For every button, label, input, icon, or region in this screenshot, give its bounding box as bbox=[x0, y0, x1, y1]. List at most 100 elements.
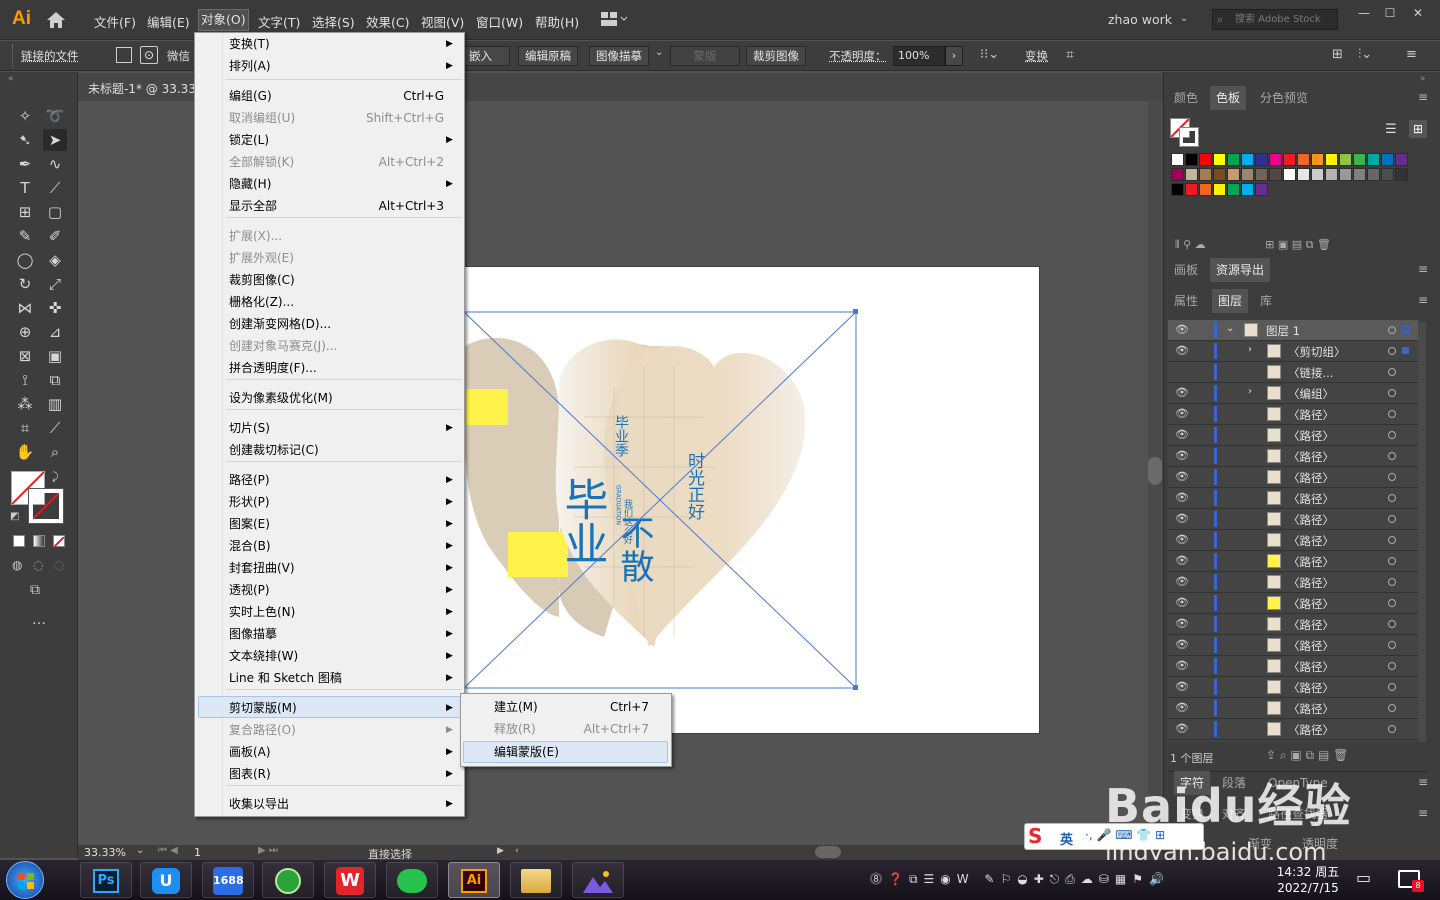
blob-brush-icon[interactable]: ✐ bbox=[43, 225, 67, 247]
layer-name[interactable]: 〈路径〉 bbox=[1288, 722, 1334, 738]
color-swatch[interactable] bbox=[1283, 153, 1296, 166]
status-arrow-icon[interactable]: ▶ bbox=[497, 846, 504, 856]
object-menu-item[interactable]: 图案(E) bbox=[229, 513, 270, 535]
next-artboard-icon[interactable]: ▶ ⏭ bbox=[258, 845, 278, 856]
artboard-tool-icon[interactable]: ⌗ bbox=[13, 417, 37, 439]
selection-tool-icon[interactable]: ➷ bbox=[13, 129, 37, 151]
layer-name[interactable]: 〈路径〉 bbox=[1288, 470, 1334, 486]
layer-row[interactable]: 👁 › 〈编组〉 bbox=[1168, 383, 1418, 404]
curvature-tool-icon[interactable]: ∿ bbox=[43, 153, 67, 175]
submenu-release[interactable]: 释放(R) bbox=[494, 718, 536, 740]
isolate-icon[interactable]: ⌗ bbox=[1066, 47, 1074, 63]
object-menu-item[interactable]: 路径(P) bbox=[229, 469, 270, 491]
submenu-edit-mask[interactable]: 编辑蒙版(E) bbox=[494, 741, 559, 763]
opacity-label[interactable]: 不透明度： bbox=[829, 47, 887, 65]
object-menu-item[interactable]: 创建对象马赛克(J)... bbox=[229, 335, 337, 357]
menu-help[interactable]: 帮助(H) bbox=[535, 12, 579, 31]
visibility-eye-icon[interactable]: 👁 bbox=[1175, 386, 1189, 399]
layer-row[interactable]: 👁 〈路径〉 bbox=[1168, 698, 1418, 719]
layer-row[interactable]: 👁 〈路径〉 bbox=[1168, 551, 1418, 572]
transform-link[interactable]: 变换 bbox=[1025, 47, 1048, 65]
tab-color[interactable]: 颜色 bbox=[1168, 86, 1204, 110]
layer-name[interactable]: 〈路径〉 bbox=[1288, 617, 1334, 633]
color-swatch[interactable] bbox=[1339, 153, 1352, 166]
notification-icon[interactable]: ▭ bbox=[1356, 868, 1371, 887]
layer-row[interactable]: 👁 〈路径〉 bbox=[1168, 509, 1418, 530]
visibility-eye-icon[interactable]: 👁 bbox=[1175, 491, 1189, 504]
visibility-eye-icon[interactable]: 👁 bbox=[1175, 617, 1189, 630]
taskbar-wps[interactable]: W bbox=[324, 862, 376, 898]
color-swatch[interactable] bbox=[1353, 153, 1366, 166]
artwork[interactable]: 毕业 毕业季 我们这么好 GRADUATION 不散 时光正好 bbox=[464, 267, 1039, 733]
color-swatch[interactable] bbox=[1311, 153, 1324, 166]
distribute-icon[interactable]: ⫶⌄ bbox=[1358, 47, 1372, 62]
perspective-grid-icon[interactable]: ⊿ bbox=[43, 321, 67, 343]
scroll-thumb[interactable] bbox=[1148, 457, 1162, 485]
more-tools-icon[interactable]: … bbox=[32, 612, 46, 628]
swatch-grid[interactable] bbox=[1171, 153, 1421, 228]
magic-wand-icon[interactable]: ✧ bbox=[13, 105, 37, 127]
object-menu-item[interactable]: 隐藏(H) bbox=[229, 173, 271, 195]
layer-row[interactable]: 👁 〈路径〉 bbox=[1168, 614, 1418, 635]
object-menu-item[interactable]: 文本绕排(W) bbox=[229, 645, 298, 667]
color-swatch[interactable] bbox=[1199, 168, 1212, 181]
puppet-warp-icon[interactable]: ✜ bbox=[43, 297, 67, 319]
mesh-tool-icon[interactable]: ⊠ bbox=[13, 345, 37, 367]
layer-name[interactable]: 〈路径〉 bbox=[1288, 449, 1334, 465]
target-circle-icon[interactable] bbox=[1388, 683, 1396, 691]
layer-name[interactable]: 图层 1 bbox=[1266, 323, 1300, 339]
zoom-field[interactable]: 33.33% bbox=[84, 846, 126, 859]
layer-row[interactable]: 〈链接... bbox=[1168, 362, 1418, 383]
type-tool-icon[interactable]: T bbox=[13, 177, 37, 199]
layer-row[interactable]: 👁 〈路径〉 bbox=[1168, 719, 1418, 740]
draw-inside-icon[interactable]: ◌ bbox=[54, 558, 64, 572]
layer-name[interactable]: 〈路径〉 bbox=[1288, 596, 1334, 612]
object-menu-item[interactable]: 取消编组(U) bbox=[229, 107, 295, 129]
visibility-eye-icon[interactable]: 👁 bbox=[1175, 344, 1189, 357]
maximize-button[interactable]: ☐ bbox=[1382, 6, 1398, 22]
object-menu-item[interactable]: 剪切蒙版(M) bbox=[229, 697, 297, 719]
layer-name[interactable]: 〈路径〉 bbox=[1288, 491, 1334, 507]
color-swatch[interactable] bbox=[1213, 168, 1226, 181]
taskbar-wechat[interactable] bbox=[386, 862, 438, 898]
menu-object[interactable]: 对象(O) bbox=[198, 9, 249, 31]
color-swatch[interactable] bbox=[1269, 168, 1282, 181]
menu-effect[interactable]: 效果(C) bbox=[366, 12, 409, 31]
opacity-arrow-button[interactable]: › bbox=[945, 46, 963, 66]
target-circle-icon[interactable] bbox=[1388, 347, 1396, 355]
mask-button[interactable]: 蒙版 bbox=[670, 46, 740, 66]
object-menu-item[interactable]: 拼合透明度(F)... bbox=[229, 357, 317, 379]
color-swatch[interactable] bbox=[1297, 153, 1310, 166]
chevron-down-icon[interactable]: ⌄ bbox=[655, 47, 663, 58]
object-menu-item[interactable]: 创建裁切标记(C) bbox=[229, 439, 319, 461]
start-button[interactable] bbox=[6, 861, 44, 899]
hscroll-thumb[interactable] bbox=[815, 846, 841, 858]
chevron-down-icon[interactable]: ⌄ bbox=[136, 845, 144, 856]
collapse-panels-icon[interactable]: » bbox=[1420, 74, 1426, 84]
menu-select[interactable]: 选择(S) bbox=[312, 12, 355, 31]
blend-tool-icon[interactable]: ⧉ bbox=[43, 369, 67, 391]
object-menu-item[interactable]: Line 和 Sketch 图稿 bbox=[229, 667, 342, 689]
target-circle-icon[interactable] bbox=[1388, 704, 1396, 712]
panel-menu-icon[interactable]: ≡ bbox=[1418, 775, 1428, 789]
panel-menu-icon[interactable]: ≡ bbox=[1418, 806, 1428, 820]
object-menu-item[interactable]: 显示全部 bbox=[229, 195, 277, 217]
default-colors-icon[interactable]: ◩ bbox=[10, 511, 19, 522]
layer-name[interactable]: 〈链接... bbox=[1288, 365, 1333, 381]
object-menu-item[interactable]: 图表(R) bbox=[229, 763, 271, 785]
width-tool-icon[interactable]: ⋈ bbox=[13, 297, 37, 319]
color-swatch[interactable] bbox=[1325, 168, 1338, 181]
tab-asset-export[interactable]: 资源导出 bbox=[1210, 258, 1271, 282]
target-circle-icon[interactable] bbox=[1388, 620, 1396, 628]
layers-scrollbar[interactable] bbox=[1418, 322, 1426, 742]
direct-selection-tool-icon[interactable]: ➤ bbox=[43, 129, 67, 151]
draw-behind-icon[interactable]: ◌ bbox=[33, 558, 43, 572]
user-account[interactable]: zhao work bbox=[1108, 12, 1172, 27]
grid-tool-icon[interactable]: ⊞ bbox=[13, 201, 37, 223]
tab-libraries[interactable]: 库 bbox=[1254, 289, 1278, 313]
object-menu-item[interactable]: 收集以导出 bbox=[229, 793, 289, 815]
object-menu-item[interactable]: 复合路径(O) bbox=[229, 719, 296, 741]
grip-handle[interactable] bbox=[12, 44, 15, 68]
chevron-right-icon[interactable]: › bbox=[1248, 344, 1252, 355]
target-icon[interactable]: ⊙ bbox=[140, 46, 158, 64]
